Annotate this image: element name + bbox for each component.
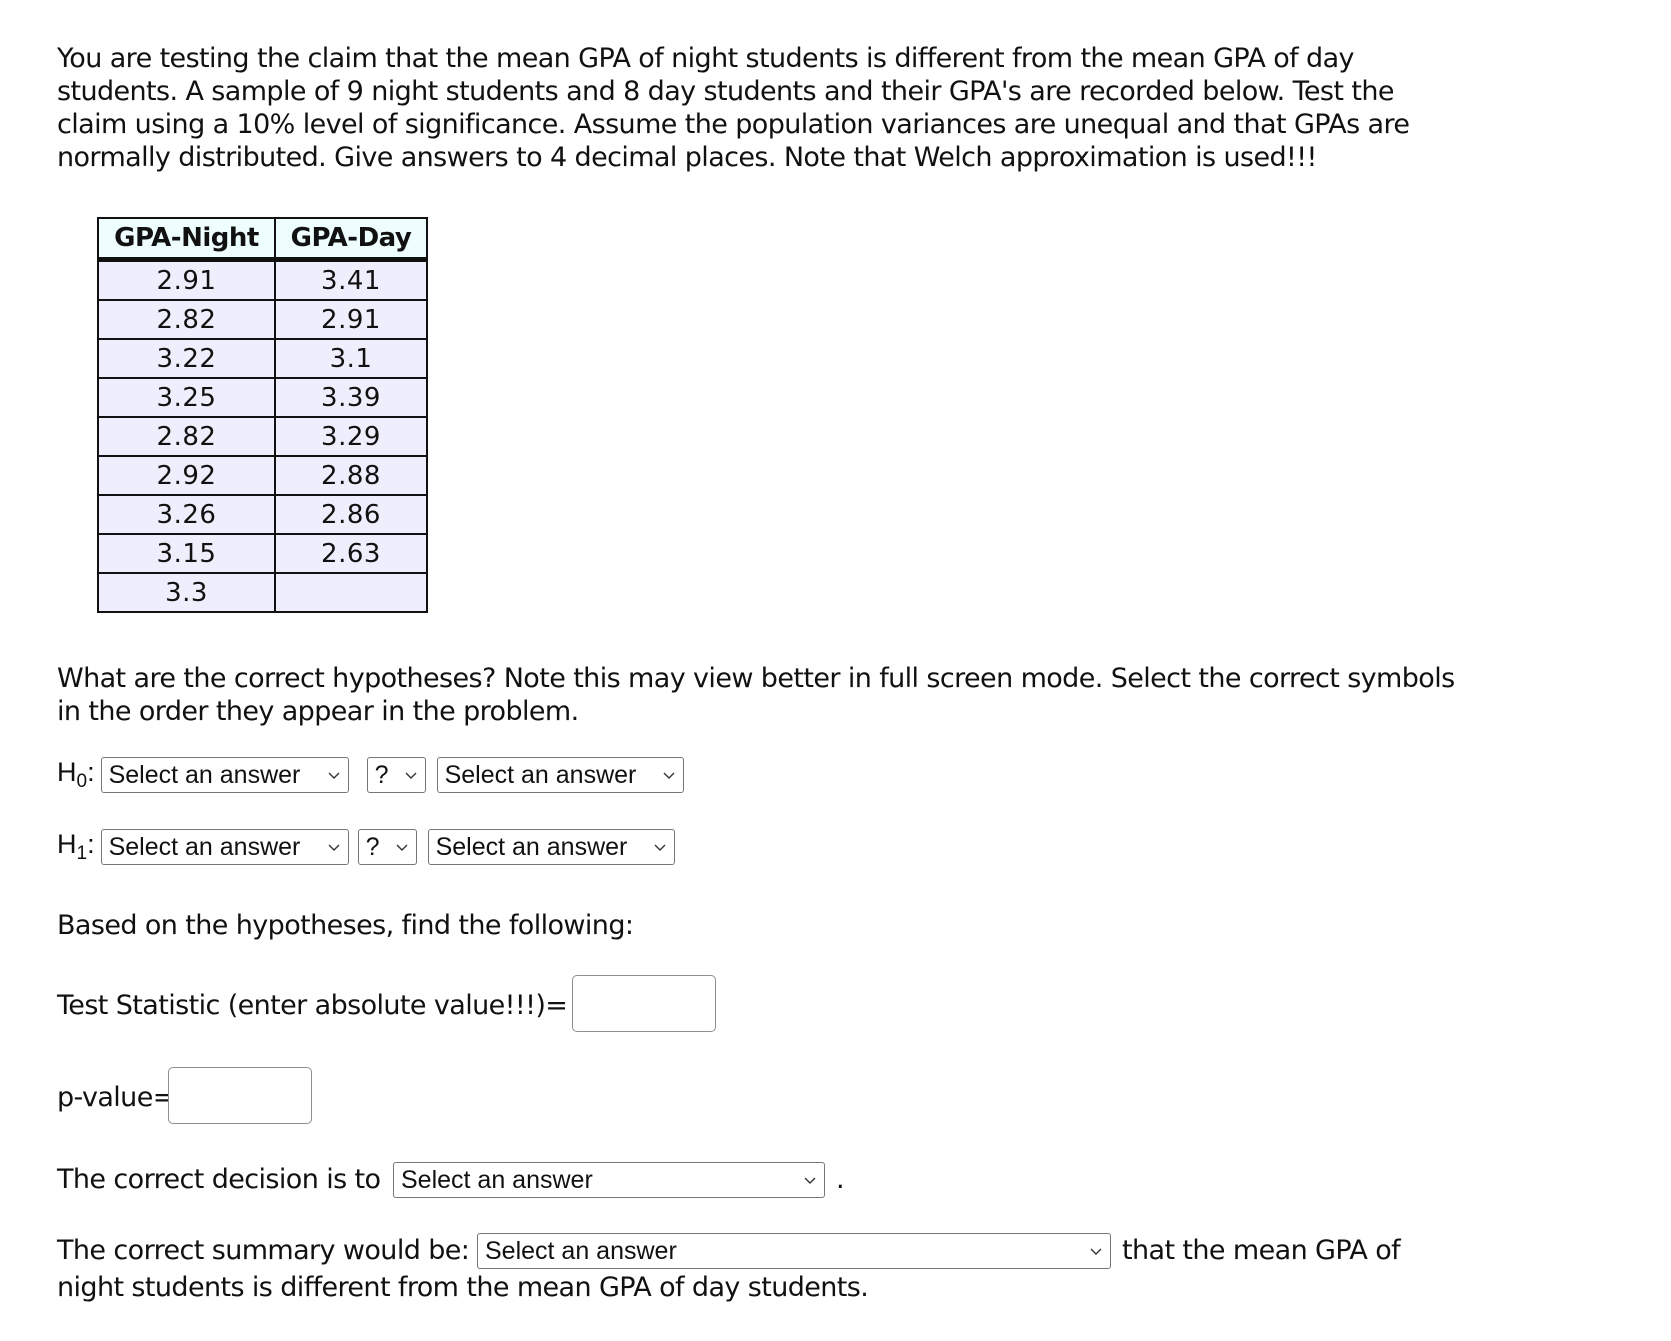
- summary-prefix: The correct summary would be:: [57, 1235, 470, 1266]
- h1-left-select[interactable]: Select an answer: [100, 829, 349, 865]
- gpa-day-cell: 2.86: [274, 494, 428, 535]
- gpa-day-cell: [274, 572, 428, 613]
- table-row: 3.15 2.63: [97, 533, 428, 574]
- chevron-down-icon: [396, 844, 408, 851]
- gpa-night-cell: 2.91: [97, 258, 276, 301]
- column-header-gpa-night: GPA-Night: [97, 217, 276, 262]
- table-row: 2.82 3.29: [97, 416, 428, 457]
- gpa-night-cell: 3.15: [97, 533, 276, 574]
- chevron-down-icon: [663, 772, 675, 779]
- gpa-night-cell: 2.82: [97, 299, 276, 340]
- gpa-night-cell: 3.22: [97, 338, 276, 379]
- hypothesis-letter: H: [57, 829, 77, 859]
- p-value-label: p-value=: [57, 1082, 175, 1113]
- chevron-down-icon: [804, 1177, 816, 1184]
- gpa-night-cell: 3.3: [97, 572, 276, 613]
- hypothesis-letter: H: [57, 757, 77, 787]
- summary-suffix-line2: night students is different from the mea…: [57, 1272, 869, 1303]
- gpa-day-cell: 2.88: [274, 455, 428, 496]
- problem-statement: You are testing the claim that the mean …: [57, 43, 1410, 173]
- gpa-day-cell: 3.39: [274, 377, 428, 418]
- hypothesis-colon: :: [87, 829, 95, 859]
- gpa-night-cell: 3.26: [97, 494, 276, 535]
- gpa-day-cell: 2.63: [274, 533, 428, 574]
- based-on-hypotheses-text: Based on the hypotheses, find the follow…: [57, 910, 634, 941]
- null-hypothesis-row: H0: Select an answer ? Select an answer: [57, 757, 684, 793]
- table-header-row: GPA-Night GPA-Day: [97, 217, 428, 262]
- select-value: Select an answer: [401, 1165, 593, 1194]
- table-row: 3.26 2.86: [97, 494, 428, 535]
- select-value: Select an answer: [485, 1236, 677, 1265]
- hypothesis-colon: :: [87, 757, 95, 787]
- h1-operator-select[interactable]: ?: [357, 829, 417, 865]
- table-row: 2.82 2.91: [97, 299, 428, 340]
- hypothesis-subscript: 0: [76, 771, 88, 792]
- alternative-hypothesis-row: H1: Select an answer ? Select an answer: [57, 829, 675, 865]
- table-row: 2.91 3.41: [97, 258, 428, 301]
- chevron-down-icon: [1090, 1248, 1102, 1255]
- gpa-night-cell: 3.25: [97, 377, 276, 418]
- select-value: Select an answer: [108, 760, 301, 789]
- h0-left-select[interactable]: Select an answer: [100, 757, 349, 793]
- summary-suffix-line1: that the mean GPA of: [1122, 1235, 1401, 1266]
- gpa-day-cell: 3.41: [274, 258, 428, 301]
- table-row: 3.25 3.39: [97, 377, 428, 418]
- gpa-night-cell: 2.82: [97, 416, 276, 457]
- decision-suffix: .: [836, 1164, 845, 1195]
- gpa-day-cell: 3.29: [274, 416, 428, 457]
- alternative-hypothesis-label: H1:: [57, 829, 95, 865]
- hypothesis-subscript: 1: [76, 843, 88, 864]
- null-hypothesis-label: H0:: [57, 757, 95, 793]
- gpa-data-table: GPA-Night GPA-Day 2.91 3.41 2.82 2.91 3.22…: [97, 217, 428, 613]
- table-row: 3.3: [97, 572, 428, 613]
- chevron-down-icon: [328, 844, 340, 851]
- gpa-day-cell: 2.91: [274, 299, 428, 340]
- select-value: Select an answer: [435, 832, 628, 861]
- h0-right-select[interactable]: Select an answer: [436, 757, 684, 793]
- select-value: Select an answer: [108, 832, 301, 861]
- summary-select[interactable]: Select an answer: [477, 1233, 1111, 1269]
- h1-right-select[interactable]: Select an answer: [427, 829, 675, 865]
- chevron-down-icon: [328, 772, 340, 779]
- p-value-input[interactable]: [168, 1067, 312, 1124]
- chevron-down-icon: [405, 772, 417, 779]
- table-row: 2.92 2.88: [97, 455, 428, 496]
- select-value: ?: [374, 760, 389, 789]
- select-value: ?: [365, 832, 380, 861]
- test-statistic-label: Test Statistic (enter absolute value!!!)…: [57, 990, 568, 1021]
- hypotheses-question: What are the correct hypotheses? Note th…: [57, 663, 1455, 727]
- decision-select[interactable]: Select an answer: [393, 1162, 825, 1198]
- chevron-down-icon: [654, 844, 666, 851]
- column-header-gpa-day: GPA-Day: [274, 217, 428, 262]
- h0-operator-select[interactable]: ?: [366, 757, 426, 793]
- table-row: 3.22 3.1: [97, 338, 428, 379]
- test-statistic-input[interactable]: [572, 975, 716, 1032]
- select-value: Select an answer: [444, 760, 637, 789]
- gpa-night-cell: 2.92: [97, 455, 276, 496]
- decision-prefix: The correct decision is to: [57, 1164, 381, 1195]
- gpa-day-cell: 3.1: [274, 338, 428, 379]
